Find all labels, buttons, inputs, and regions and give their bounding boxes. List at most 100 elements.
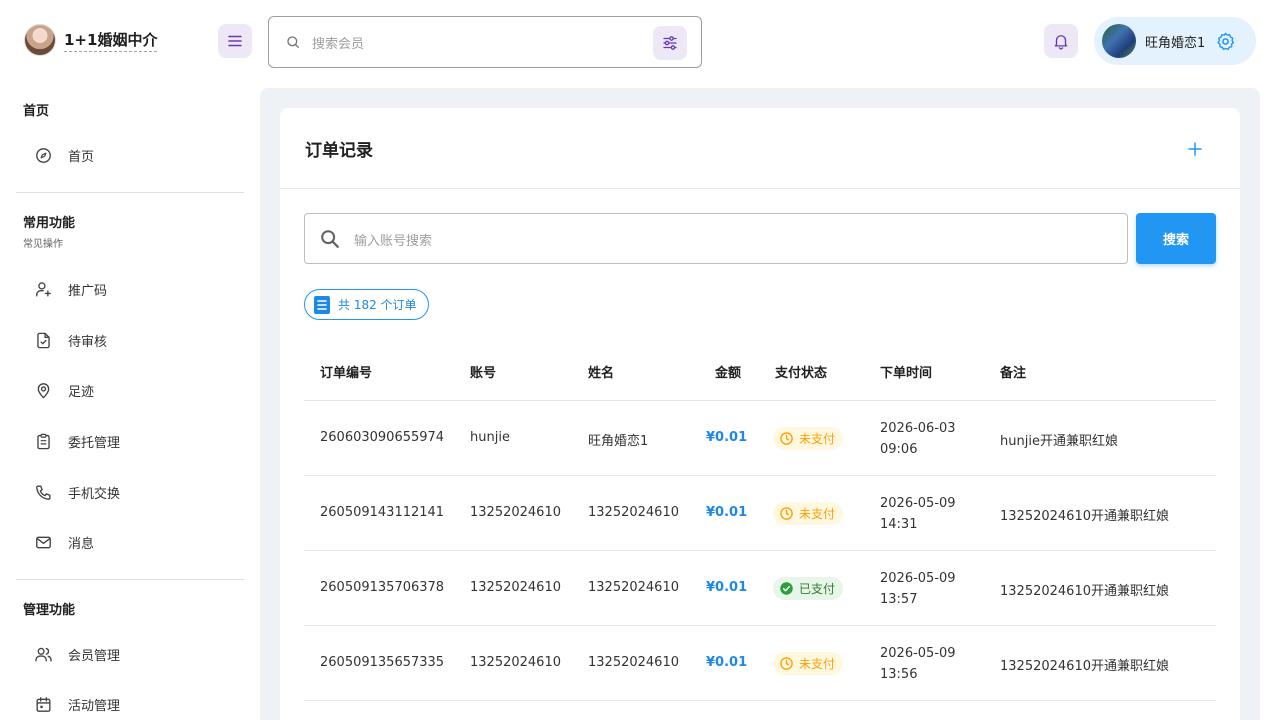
page-title: 订单记录 bbox=[305, 141, 373, 161]
menu-toggle-button[interactable] bbox=[218, 24, 252, 58]
user-profile-chip[interactable]: 旺角婚恋1 bbox=[1094, 17, 1256, 65]
order-time-cell: 2026-05-09 13:56 bbox=[880, 646, 956, 682]
amount-cell: ¥0.01 bbox=[706, 430, 748, 445]
order-no-cell: 260509135706378 bbox=[320, 580, 445, 595]
member-search-placeholder: 搜索会员 bbox=[312, 37, 365, 52]
sidebar-item-label: 委托管理 bbox=[68, 435, 121, 451]
sidebar-item-promo-code[interactable]: 推广码 bbox=[16, 267, 244, 311]
sidebar-divider bbox=[16, 579, 244, 580]
menu-icon bbox=[228, 35, 242, 47]
search-icon bbox=[321, 230, 339, 248]
order-no-cell: 260509135657335 bbox=[320, 655, 445, 670]
column-header-account: 账号 bbox=[470, 366, 497, 381]
orders-table: 订单编号 账号 姓名 金额 支付状态 下单时间 备注 2606030906559… bbox=[304, 338, 1216, 701]
status-badge: 未支付 bbox=[773, 652, 844, 675]
bell-icon bbox=[1054, 35, 1068, 50]
brand[interactable]: 1+1婚姻中介 bbox=[24, 24, 158, 56]
top-header: 1+1婚姻中介 搜索会员 旺角婚恋1 bbox=[0, 0, 1280, 84]
amount-cell: ¥0.01 bbox=[706, 655, 748, 670]
sidebar-item-messages[interactable]: 消息 bbox=[16, 520, 244, 564]
name-cell: 13252024610 bbox=[588, 505, 679, 520]
sidebar-item-label: 手机交换 bbox=[68, 486, 121, 502]
sidebar-item-label: 首页 bbox=[68, 149, 95, 165]
order-time-cell: 2026-05-09 14:31 bbox=[880, 496, 956, 532]
amount-cell: ¥0.01 bbox=[706, 505, 748, 520]
sidebar-item-label: 会员管理 bbox=[68, 648, 121, 664]
column-header-order-no: 订单编号 bbox=[320, 366, 373, 381]
phone-icon bbox=[32, 481, 54, 503]
member-search-input[interactable]: 搜索会员 bbox=[268, 16, 702, 68]
order-time-cell: 2026-06-03 09:06 bbox=[880, 421, 956, 457]
sidebar-item-entrust-management[interactable]: 委托管理 bbox=[16, 419, 244, 463]
sidebar-item-member-management[interactable]: 会员管理 bbox=[16, 632, 244, 676]
column-header-amount: 金额 bbox=[715, 366, 742, 381]
card-divider bbox=[280, 188, 1240, 189]
status-badge: 未支付 bbox=[773, 427, 844, 450]
receipt-icon bbox=[313, 295, 331, 315]
amount-cell: ¥0.01 bbox=[706, 580, 748, 595]
sidebar-item-pending-review[interactable]: 待审核 bbox=[16, 318, 244, 362]
note-cell: 13252024610开通兼职红娘 bbox=[1000, 509, 1169, 524]
account-cell: 13252024610 bbox=[470, 655, 561, 670]
order-count-chip: 共 182 个订单 bbox=[304, 289, 429, 320]
sidebar-item-phone-exchange[interactable]: 手机交换 bbox=[16, 470, 244, 514]
search-button[interactable]: 搜索 bbox=[1136, 213, 1216, 264]
table-row[interactable]: 260509135706378 13252024610 13252024610 … bbox=[304, 551, 1216, 626]
gear-icon[interactable] bbox=[1215, 31, 1236, 52]
account-cell: 13252024610 bbox=[470, 580, 561, 595]
column-header-order-time: 下单时间 bbox=[880, 366, 933, 381]
column-header-note: 备注 bbox=[1000, 366, 1027, 381]
check-circle-icon bbox=[779, 581, 794, 596]
order-no-cell: 260509143112141 bbox=[320, 505, 445, 520]
account-search-placeholder: 输入账号搜索 bbox=[354, 234, 433, 249]
sidebar-item-label: 推广码 bbox=[68, 283, 108, 299]
mail-icon bbox=[32, 531, 54, 553]
calendar-icon bbox=[32, 693, 54, 715]
clock-icon bbox=[779, 431, 794, 446]
clock-icon bbox=[779, 656, 794, 671]
column-header-payment-status: 支付状态 bbox=[775, 366, 828, 381]
sidebar-item-label: 足迹 bbox=[68, 384, 95, 400]
sidebar-item-home[interactable]: 首页 bbox=[16, 133, 244, 177]
table-header: 订单编号 账号 姓名 金额 支付状态 下单时间 备注 bbox=[304, 338, 1216, 401]
sidebar-section-common-title: 常用功能 bbox=[23, 216, 76, 231]
column-header-name: 姓名 bbox=[588, 366, 615, 381]
avatar bbox=[1102, 24, 1136, 58]
order-no-cell: 260603090655974 bbox=[320, 430, 445, 445]
map-pin-icon bbox=[32, 379, 54, 401]
status-badge: 已支付 bbox=[773, 577, 844, 600]
order-time-cell: 2026-05-09 13:57 bbox=[880, 571, 956, 607]
table-row[interactable]: 260509135657335 13252024610 13252024610 … bbox=[304, 626, 1216, 701]
status-label: 未支付 bbox=[799, 432, 836, 446]
orders-card: 订单记录 输入账号搜索 搜索 共 182 个订单 订单编号 账号 姓名 金额 支… bbox=[280, 108, 1240, 720]
account-cell: hunjie bbox=[470, 430, 510, 445]
add-order-button[interactable] bbox=[1180, 134, 1210, 164]
sidebar-item-label: 消息 bbox=[68, 536, 95, 552]
user-name: 旺角婚恋1 bbox=[1145, 35, 1206, 51]
dashboard-icon bbox=[32, 144, 54, 166]
sidebar: 首页 首页 常用功能 常见操作 推广码 待审核 足迹 委托管理 手机交换 消息 … bbox=[0, 84, 260, 720]
sidebar-item-footprints[interactable]: 足迹 bbox=[16, 368, 244, 412]
user-plus-icon bbox=[32, 278, 54, 300]
table-row[interactable]: 260603090655974 hunjie 旺角婚恋1 ¥0.01 未支付 2… bbox=[304, 401, 1216, 476]
sidebar-section-admin-title: 管理功能 bbox=[23, 603, 76, 618]
brand-logo bbox=[24, 24, 56, 56]
search-icon bbox=[287, 36, 299, 48]
sidebar-item-label: 待审核 bbox=[68, 334, 108, 350]
adjustments-icon bbox=[663, 36, 677, 50]
sidebar-item-label: 活动管理 bbox=[68, 698, 121, 714]
status-label: 未支付 bbox=[799, 507, 836, 521]
sidebar-section-home-title: 首页 bbox=[23, 104, 50, 119]
file-check-icon bbox=[32, 329, 54, 351]
notifications-button[interactable] bbox=[1044, 24, 1078, 58]
plus-icon bbox=[1188, 142, 1202, 156]
note-cell: 13252024610开通兼职红娘 bbox=[1000, 584, 1169, 599]
filter-button[interactable] bbox=[653, 26, 687, 60]
order-count-text: 共 182 个订单 bbox=[338, 298, 417, 312]
status-label: 已支付 bbox=[799, 582, 836, 596]
users-icon bbox=[32, 643, 54, 665]
sidebar-item-event-management[interactable]: 活动管理 bbox=[16, 682, 244, 720]
table-row[interactable]: 260509143112141 13252024610 13252024610 … bbox=[304, 476, 1216, 551]
brand-name: 1+1婚姻中介 bbox=[64, 29, 158, 52]
account-search-input[interactable]: 输入账号搜索 bbox=[304, 213, 1128, 264]
